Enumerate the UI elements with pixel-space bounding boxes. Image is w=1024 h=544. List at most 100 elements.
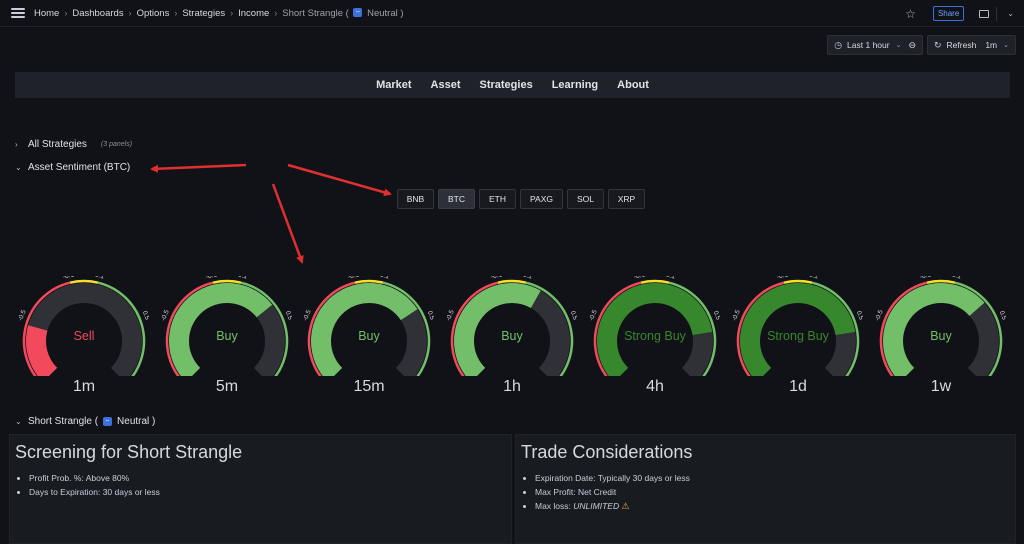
- gauge-signal-label: Buy: [358, 329, 380, 343]
- breadcrumb-current-prefix: Short Strangle (: [282, 7, 349, 19]
- gauge-tick-label: 0.5: [426, 310, 434, 321]
- gauge-tick-label: 0.5: [998, 310, 1006, 321]
- gauge-dial: -1-0.5-0.10.10.51: [447, 276, 577, 376]
- gauge-threshold-band: [212, 279, 242, 284]
- time-range-picker[interactable]: ◷ Last 1 hour ⌄ ⊖: [827, 35, 923, 55]
- gauge-1m: -1-0.5-0.10.10.51Sell1m: [19, 276, 149, 406]
- strategy-badge-icon: ⇔: [353, 8, 363, 18]
- gauge-tick-label: -0.1: [919, 276, 932, 281]
- gauge-tick-label: 0.1: [522, 276, 533, 281]
- time-range-label: Last 1 hour: [847, 40, 890, 50]
- gauge-signal-label: Strong Buy: [624, 329, 686, 343]
- gauge-tick-label: 0.1: [808, 276, 819, 281]
- gauge-threshold-band: [783, 279, 813, 284]
- gauge-period-label: 5m: [215, 378, 239, 395]
- gauge-tick-label: -0.1: [62, 276, 75, 281]
- gauge-1h: -1-0.5-0.10.10.51Buy1h: [447, 276, 577, 406]
- gauge-threshold-band: [497, 279, 527, 284]
- breadcrumb-income[interactable]: Income: [238, 8, 269, 19]
- chevron-right-icon: ›: [15, 140, 18, 149]
- gauge-tick-label: 0.5: [284, 310, 292, 321]
- nav-market[interactable]: Market: [376, 79, 411, 91]
- asset-button-xrp[interactable]: XRP: [608, 189, 645, 209]
- asset-button-btc[interactable]: BTC: [438, 189, 475, 209]
- list-item: Max loss: UNLIMITED ⚠: [535, 499, 1015, 513]
- sentiment-gauges: -1-0.5-0.10.10.51Sell1m-1-0.5-0.10.10.51…: [0, 276, 1024, 406]
- nav-bar: Market Asset Strategies Learning About: [15, 72, 1010, 98]
- gauge-tick-label: -0.1: [205, 276, 218, 281]
- gauge-tick-label: 0.1: [665, 276, 676, 281]
- share-button[interactable]: Share: [932, 6, 965, 21]
- gauge-signal-label: Buy: [216, 329, 238, 343]
- star-icon[interactable]: ☆: [905, 7, 916, 21]
- breadcrumb-options[interactable]: Options: [137, 8, 170, 19]
- row-title-prefix: Short Strangle (: [28, 416, 99, 427]
- asset-button-bnb[interactable]: BNB: [397, 189, 434, 209]
- gauge-signal-label: Strong Buy: [767, 329, 829, 343]
- nav-learning[interactable]: Learning: [552, 79, 598, 91]
- divider: [996, 6, 998, 21]
- row-title-suffix: Neutral ): [117, 416, 156, 427]
- breadcrumb-current: Short Strangle ( ⇔ Neutral ): [282, 8, 403, 19]
- refresh-interval[interactable]: 1m: [985, 40, 997, 50]
- row-short-strangle[interactable]: ⌄ Short Strangle ( ⇔ Neutral ): [15, 416, 155, 427]
- nav-strategies[interactable]: Strategies: [480, 79, 533, 91]
- menu-icon[interactable]: [11, 8, 25, 18]
- item-label: Expiration Date:: [535, 473, 596, 483]
- row-title: Asset Sentiment (BTC): [28, 162, 131, 173]
- gauge-period-label: 1h: [503, 378, 521, 395]
- gauge-signal-label: Sell: [73, 329, 95, 343]
- gauge-tick-label: 0.1: [951, 276, 962, 281]
- row-panel-count: (3 panels): [100, 141, 133, 148]
- nav-about[interactable]: About: [617, 79, 649, 91]
- gauge-tick-label: -0.1: [633, 276, 646, 281]
- gauge-threshold-band: [640, 279, 670, 284]
- breadcrumb: Home › Dashboards › Options › Strategies › I…: [34, 7, 404, 19]
- gauge-signal-label: Buy: [501, 329, 523, 343]
- gauge-5m: -1-0.5-0.10.10.51Buy5m: [162, 276, 292, 406]
- chevron-down-icon[interactable]: ⌄: [1007, 9, 1014, 18]
- time-controls: ◷ Last 1 hour ⌄ ⊖ ↻ Refresh 1m ⌄: [827, 35, 1016, 55]
- gauge-1d: -1-0.5-0.10.10.51Strong Buy1d: [733, 276, 863, 406]
- refresh-button[interactable]: ↻ Refresh 1m ⌄: [927, 35, 1016, 55]
- panel-title: Screening for Short Strangle: [15, 442, 243, 462]
- item-value: UNLIMITED: [573, 501, 620, 511]
- gauge-tick-label: 0.5: [141, 310, 149, 321]
- clock-icon: ◷: [834, 39, 843, 50]
- gauge-tick-label: -0.1: [347, 276, 360, 281]
- arrow-to-gauges: [271, 183, 304, 264]
- gauge-period-label: 1w: [930, 378, 952, 395]
- breadcrumb-dashboards[interactable]: Dashboards: [72, 8, 123, 19]
- chevron-down-icon: ⌄: [1003, 42, 1009, 49]
- nav-asset[interactable]: Asset: [431, 79, 461, 91]
- gauge-period-label: 15m: [353, 378, 385, 395]
- gauge-1w: -1-0.5-0.10.10.51Buy1w: [876, 276, 1006, 406]
- asset-button-sol[interactable]: SOL: [567, 189, 604, 209]
- chevron-down-icon: ⌄: [895, 42, 902, 49]
- gauge-tick-label: 0.5: [712, 310, 720, 321]
- chevron-down-icon: ⌄: [15, 417, 22, 426]
- breadcrumb-current-text: Neutral ): [367, 7, 404, 19]
- gauge-dial: -1-0.5-0.10.10.51: [590, 276, 720, 376]
- gauge-tick-label: 0.1: [379, 276, 390, 281]
- gauge-dial: -1-0.5-0.10.10.51: [876, 276, 1006, 376]
- arrow-to-row-title: [150, 163, 247, 173]
- gauge-period-label: 4h: [646, 378, 664, 395]
- gauge-threshold-band: [926, 279, 956, 284]
- top-bar: Home › Dashboards › Options › Strategies › I…: [0, 0, 1024, 27]
- gauge-tick-label: 0.1: [94, 276, 105, 281]
- breadcrumb-strategies[interactable]: Strategies: [182, 8, 225, 19]
- breadcrumb-home[interactable]: Home: [34, 8, 59, 19]
- gauge-tick-label: 0.1: [237, 276, 248, 281]
- warning-icon: ⚠: [621, 501, 630, 511]
- gauge-dial: -1-0.5-0.10.10.51: [19, 276, 149, 376]
- asset-button-paxg[interactable]: PAXG: [520, 189, 563, 209]
- asset-button-eth[interactable]: ETH: [479, 189, 516, 209]
- list-item: Profit Prob. %: Above 80%: [29, 471, 511, 485]
- row-all-strategies[interactable]: › All Strategies (3 panels): [15, 139, 132, 150]
- gauge-tick-label: -0.1: [490, 276, 503, 281]
- row-asset-sentiment[interactable]: ⌄ Asset Sentiment (BTC): [15, 162, 130, 173]
- gauge-4h: -1-0.5-0.10.10.51Strong Buy4h: [590, 276, 720, 406]
- zoom-out-icon[interactable]: ⊖: [908, 40, 916, 51]
- tv-mode-icon[interactable]: [979, 9, 990, 18]
